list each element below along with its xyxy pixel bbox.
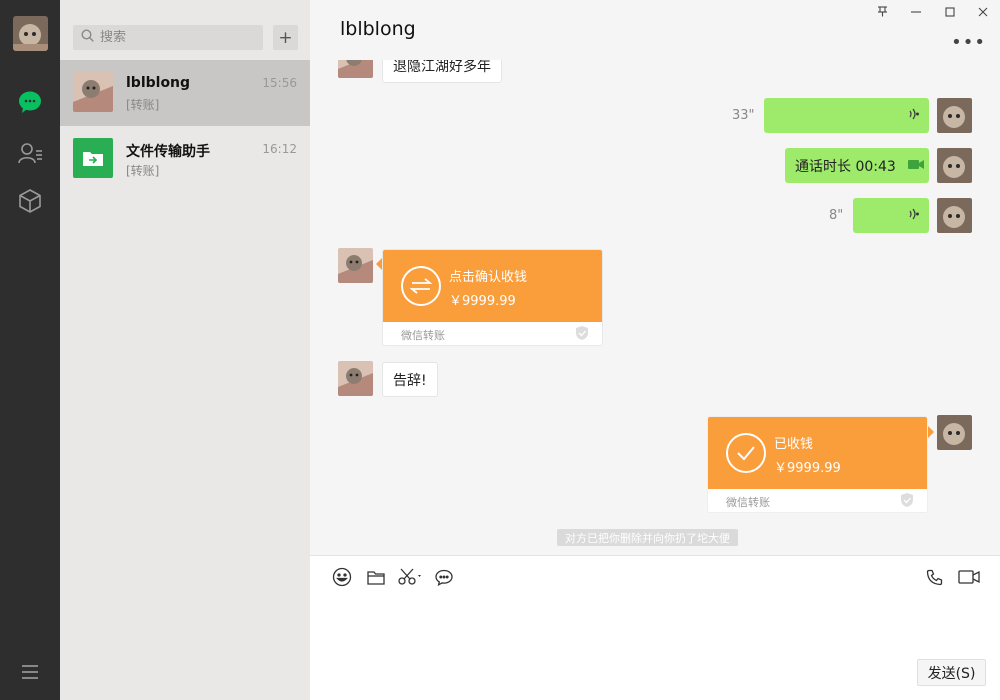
my-avatar[interactable] bbox=[937, 98, 972, 133]
call-message[interactable]: 通话时长 00:43 bbox=[785, 148, 929, 183]
voice-call-button[interactable] bbox=[923, 568, 945, 590]
minimize-icon bbox=[911, 6, 921, 20]
message-list[interactable]: 退隐江湖好多年 33" 通话时长 00:43 8" 点击确认收钱 ￥9999.9… bbox=[310, 0, 1000, 555]
transfer-icon bbox=[401, 266, 441, 306]
send-button[interactable]: 发送(S) bbox=[917, 659, 986, 686]
bubble-tail bbox=[928, 426, 934, 438]
video-call-button[interactable] bbox=[956, 568, 982, 590]
video-call-icon bbox=[907, 158, 924, 174]
transfer-footer: 微信转账 bbox=[401, 329, 445, 342]
file-button[interactable] bbox=[365, 568, 387, 590]
text-message[interactable]: 告辞! bbox=[382, 362, 438, 397]
voice-message[interactable] bbox=[853, 198, 929, 233]
message-text: 告辞! bbox=[393, 372, 427, 389]
chat-icon bbox=[17, 89, 43, 119]
transfer-card-received[interactable]: 已收钱 ￥9999.99 微信转账 bbox=[707, 416, 928, 513]
session-item-lblblong[interactable]: lblblong 15:56 [转账] bbox=[60, 60, 310, 126]
voice-duration: 33" bbox=[732, 108, 755, 123]
session-list: + lblblong 15:56 [转账] 文件传输助手 16:12 [转账] bbox=[60, 0, 310, 700]
menu-button[interactable] bbox=[16, 660, 44, 688]
search-input[interactable] bbox=[100, 30, 250, 45]
emoji-button[interactable] bbox=[331, 567, 353, 591]
cube-icon bbox=[17, 188, 43, 218]
maximize-button[interactable] bbox=[938, 4, 962, 22]
input-area[interactable]: 发送(S) bbox=[310, 555, 1000, 700]
message-text: 通话时长 00:43 bbox=[795, 158, 896, 175]
search-box[interactable] bbox=[73, 25, 263, 50]
moments-nav-button[interactable] bbox=[16, 189, 44, 217]
pin-icon bbox=[877, 6, 888, 20]
voice-wave-icon bbox=[907, 207, 920, 225]
my-avatar[interactable] bbox=[13, 16, 48, 51]
close-button[interactable] bbox=[971, 4, 995, 22]
close-icon bbox=[978, 6, 988, 20]
search-icon bbox=[81, 29, 94, 46]
my-avatar[interactable] bbox=[937, 415, 972, 450]
contact-avatar[interactable] bbox=[338, 248, 373, 283]
session-preview: [转账] bbox=[126, 164, 160, 178]
voice-duration: 8" bbox=[829, 208, 844, 223]
maximize-icon bbox=[945, 6, 955, 20]
file-transfer-avatar bbox=[73, 138, 113, 178]
transfer-footer: 微信转账 bbox=[726, 496, 770, 509]
session-time: 15:56 bbox=[262, 76, 297, 90]
more-options-button[interactable]: ••• bbox=[951, 32, 986, 53]
session-preview: [转账] bbox=[126, 98, 160, 112]
chat-history-icon bbox=[435, 569, 453, 590]
contacts-icon bbox=[17, 140, 43, 170]
folder-icon bbox=[367, 570, 385, 589]
pin-button[interactable] bbox=[870, 4, 894, 22]
voice-wave-icon bbox=[907, 107, 920, 125]
session-name: 文件传输助手 bbox=[126, 144, 210, 160]
chat-nav-button[interactable] bbox=[16, 90, 44, 118]
check-icon bbox=[726, 433, 766, 473]
voice-message[interactable] bbox=[764, 98, 929, 133]
my-avatar[interactable] bbox=[937, 198, 972, 233]
system-notice: 对方已把你删除并向你扔了坨大便 bbox=[557, 529, 738, 546]
screenshot-button[interactable] bbox=[397, 568, 425, 590]
phone-icon bbox=[926, 569, 943, 590]
contact-avatar[interactable] bbox=[338, 361, 373, 396]
shield-icon bbox=[576, 326, 588, 344]
my-avatar[interactable] bbox=[937, 148, 972, 183]
avatar bbox=[73, 72, 113, 112]
session-time: 16:12 bbox=[262, 142, 297, 156]
transfer-amount: ￥9999.99 bbox=[774, 461, 841, 476]
transfer-title: 已收钱 bbox=[774, 437, 814, 452]
chat-header: lblblong ••• bbox=[310, 0, 1000, 60]
chat-title: lblblong bbox=[340, 18, 416, 40]
transfer-card-incoming[interactable]: 点击确认收钱 ￥9999.99 微信转账 bbox=[382, 249, 603, 346]
shield-icon bbox=[901, 493, 913, 511]
session-item-file-transfer[interactable]: 文件传输助手 16:12 [转账] bbox=[60, 126, 310, 192]
emoji-icon bbox=[332, 567, 352, 591]
contacts-nav-button[interactable] bbox=[16, 141, 44, 169]
session-name: lblblong bbox=[126, 75, 191, 91]
video-icon bbox=[958, 570, 980, 588]
minimize-button[interactable] bbox=[904, 4, 928, 22]
menu-icon bbox=[21, 664, 39, 684]
transfer-amount: ￥9999.99 bbox=[449, 294, 516, 309]
scissors-icon bbox=[398, 568, 424, 590]
chat-panel: 退隐江湖好多年 33" 通话时长 00:43 8" 点击确认收钱 ￥9999.9… bbox=[310, 0, 1000, 700]
chat-history-button[interactable] bbox=[433, 568, 455, 590]
nav-bar bbox=[0, 0, 60, 700]
add-chat-button[interactable]: + bbox=[273, 25, 298, 50]
plus-icon: + bbox=[278, 27, 293, 48]
transfer-title: 点击确认收钱 bbox=[449, 270, 528, 285]
